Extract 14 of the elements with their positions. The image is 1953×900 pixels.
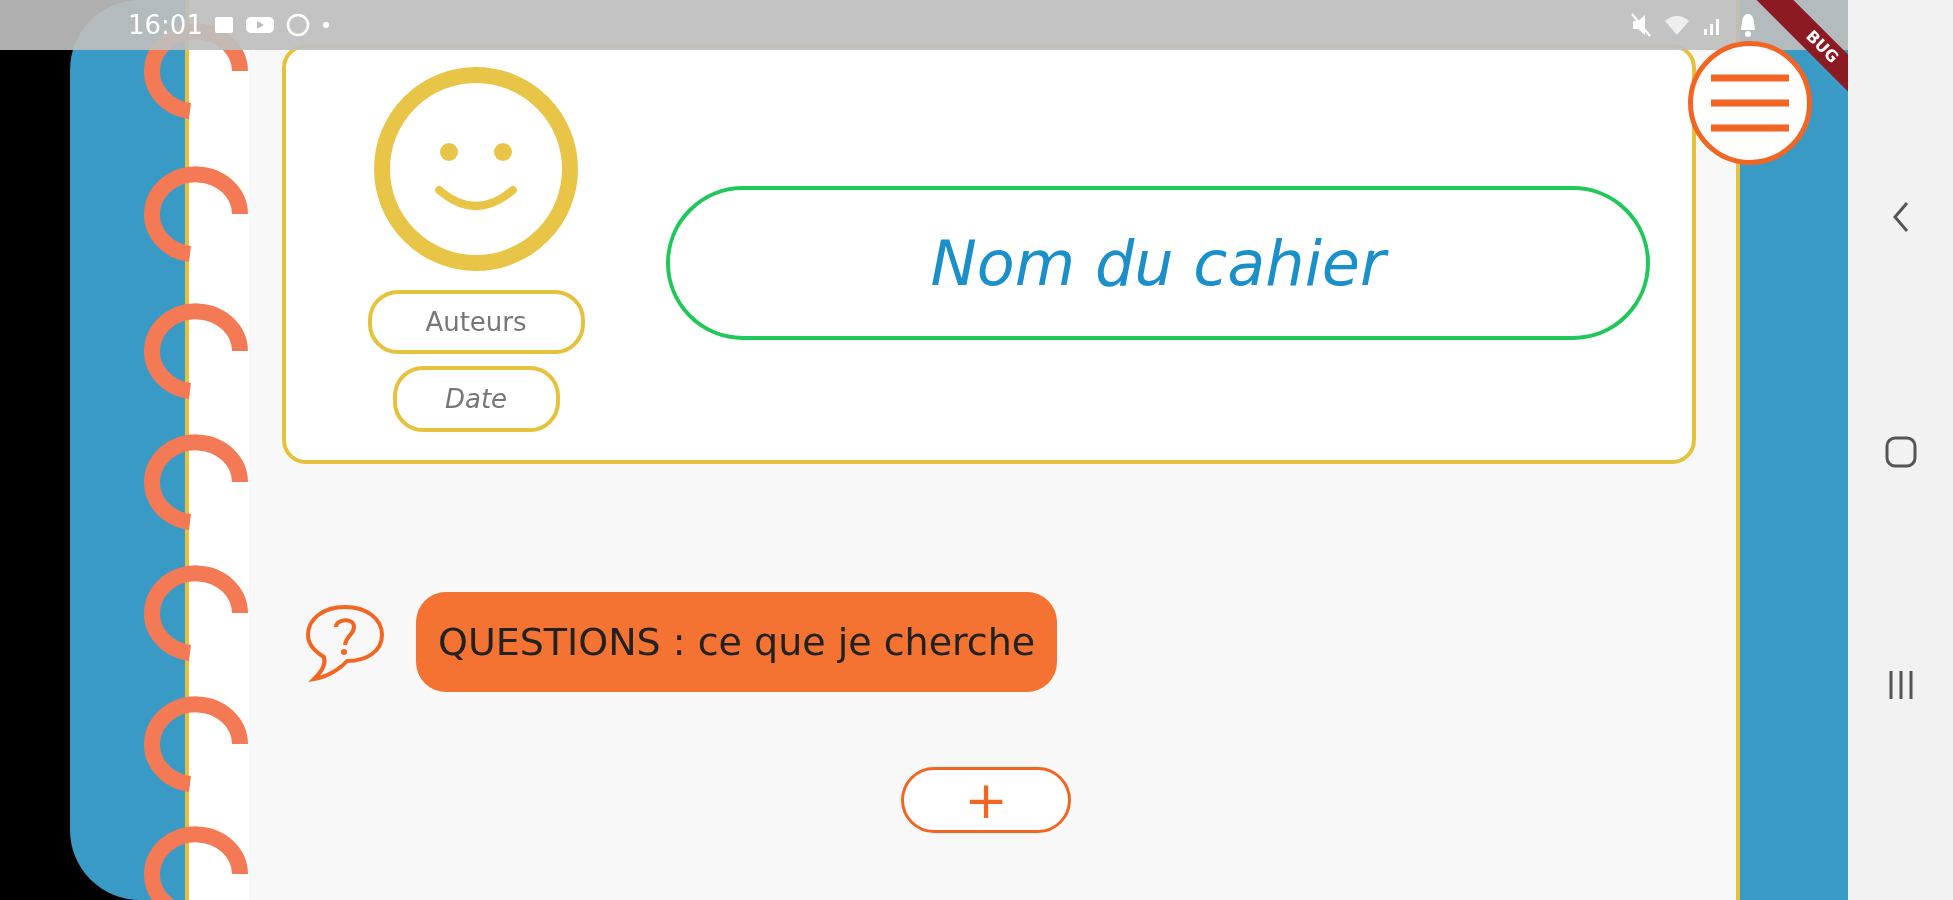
section-label[interactable]: QUESTIONS : ce que je cherche [416,592,1058,692]
notebook-name-field[interactable]: Nom du cahier [666,186,1650,340]
chat-icon [284,12,311,38]
menu-icon [1709,72,1791,134]
date-field[interactable]: Date [392,366,560,432]
gallery-icon [212,14,235,36]
add-button[interactable]: + [901,767,1071,833]
authors-field[interactable]: Auteurs [367,290,585,354]
mute-icon [1630,12,1652,38]
alarm-icon [1738,12,1758,38]
video-icon [244,14,275,36]
dot-icon [320,20,331,30]
status-time: 16:01 [128,10,203,40]
wifi-icon [1664,14,1690,36]
